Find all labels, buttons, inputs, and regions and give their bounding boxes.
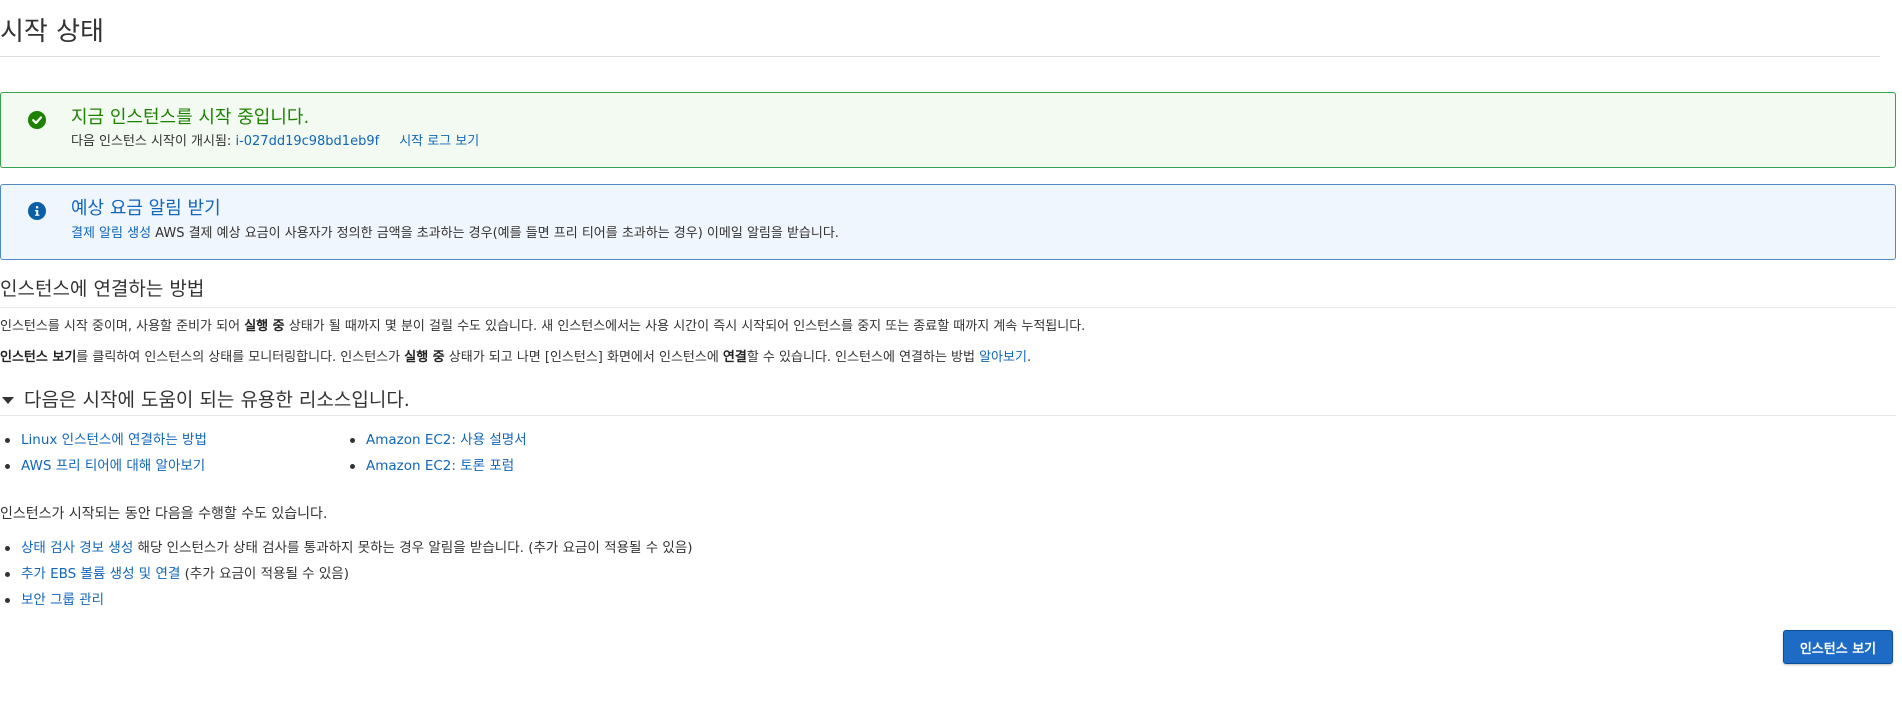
info-alert-heading: 예상 요금 알림 받기 (71, 198, 221, 219)
list-item: 상태 검사 경보 생성 해당 인스턴스가 상태 검사를 통과하지 못하는 경우 … (0, 535, 693, 561)
check-circle-icon (28, 111, 46, 129)
billing-alert-info: 예상 요금 알림 받기 결제 알림 생성 AWS 결제 예상 요금이 사용자가 … (0, 184, 1896, 260)
tasks-list: 상태 검사 경보 생성 해당 인스턴스가 상태 검사를 통과하지 못하는 경우 … (0, 535, 693, 613)
resources-list-left: Linux 인스턴스에 연결하는 방법 AWS 프리 티어에 대해 알아보기 (0, 427, 207, 479)
create-billing-alert-link[interactable]: 결제 알림 생성 (71, 226, 151, 241)
resources-section-divider (0, 415, 1896, 416)
success-alert-body: 다음 인스턴스 시작이 개시됨: i-027dd19c98bd1eb9f 시작 로… (71, 133, 479, 151)
view-instances-button[interactable]: 인스턴스 보기 (1783, 630, 1893, 664)
info-circle-icon (28, 202, 46, 220)
page-title: 시작 상태 (0, 17, 104, 47)
connect-section-divider (0, 307, 1896, 308)
info-alert-body: 결제 알림 생성 AWS 결제 예상 요금이 사용자가 정의한 금액을 초과하는… (71, 225, 839, 243)
success-alert-text: 다음 인스턴스 시작이 개시됨: (71, 134, 232, 149)
list-item: AWS 프리 티어에 대해 알아보기 (0, 453, 207, 479)
list-item: Amazon EC2: 사용 설명서 (345, 427, 527, 453)
caret-down-icon (2, 396, 14, 404)
ec2-user-guide-link[interactable]: Amazon EC2: 사용 설명서 (366, 432, 527, 448)
title-divider (0, 56, 1880, 57)
info-alert-text: AWS 결제 예상 요금이 사용자가 정의한 금액을 초과하는 경우(예를 들면… (155, 226, 839, 241)
connect-paragraph-1: 인스턴스를 시작 중이며, 사용할 준비가 되어 실행 중 상태가 될 때까지 … (0, 319, 1086, 334)
success-alert-heading: 지금 인스턴스를 시작 중입니다. (71, 107, 310, 128)
tasks-intro: 인스턴스가 시작되는 동안 다음을 수행할 수도 있습니다. (0, 506, 328, 522)
connect-paragraph-2: 인스턴스 보기를 클릭하여 인스턴스의 상태를 모니터링합니다. 인스턴스가 실… (0, 350, 1032, 365)
free-tier-learn-link[interactable]: AWS 프리 티어에 대해 알아보기 (21, 458, 205, 474)
create-status-alarm-link[interactable]: 상태 검사 경보 생성 (21, 540, 133, 556)
resources-list-right: Amazon EC2: 사용 설명서 Amazon EC2: 토론 포럼 (345, 427, 527, 479)
resources-section-heading: 다음은 시작에 도움이 되는 유용한 리소스입니다. (24, 389, 410, 411)
connect-section-heading: 인스턴스에 연결하는 방법 (0, 278, 205, 300)
resources-section-toggle[interactable]: 다음은 시작에 도움이 되는 유용한 리소스입니다. (0, 387, 410, 413)
manage-security-groups-link[interactable]: 보안 그룹 관리 (21, 592, 104, 608)
connect-linux-instance-link[interactable]: Linux 인스턴스에 연결하는 방법 (21, 432, 207, 448)
ec2-forum-link[interactable]: Amazon EC2: 토론 포럼 (366, 458, 514, 474)
view-launch-log-link[interactable]: 시작 로그 보기 (399, 134, 479, 149)
list-item: Amazon EC2: 토론 포럼 (345, 453, 527, 479)
instance-id-link[interactable]: i-027dd19c98bd1eb9f (235, 134, 379, 149)
learn-more-connect-link[interactable]: 알아보기 (979, 350, 1027, 365)
create-ebs-volume-link[interactable]: 추가 EBS 볼륨 생성 및 연결 (21, 566, 180, 582)
list-item: 추가 EBS 볼륨 생성 및 연결 (추가 요금이 적용될 수 있음) (0, 561, 693, 587)
launch-success-alert: 지금 인스턴스를 시작 중입니다. 다음 인스턴스 시작이 개시됨: i-027… (0, 92, 1896, 168)
list-item: Linux 인스턴스에 연결하는 방법 (0, 427, 207, 453)
list-item: 보안 그룹 관리 (0, 587, 693, 613)
